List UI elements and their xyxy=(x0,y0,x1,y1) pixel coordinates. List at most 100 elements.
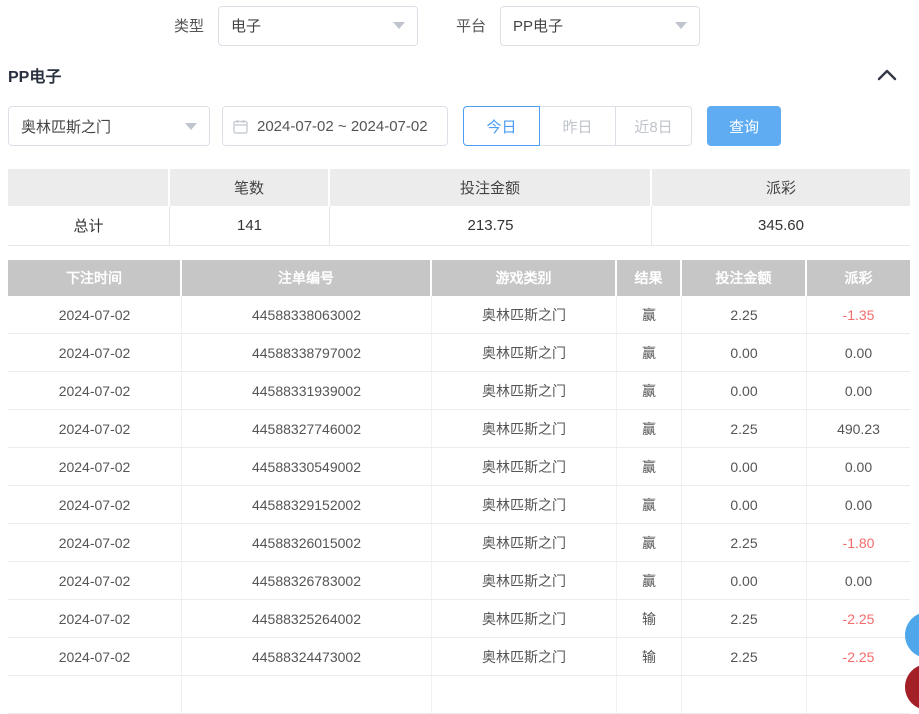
table-row: 2024-07-0244588324473002奥林匹斯之门输2.25-2.25 xyxy=(8,638,910,676)
cell-game: 奥林匹斯之门 xyxy=(432,562,617,599)
quick-filter-button-0[interactable]: 今日 xyxy=(463,106,540,146)
type-label: 类型 xyxy=(174,15,204,36)
cell-result: 赢 xyxy=(617,334,682,371)
cell-result: 赢 xyxy=(617,562,682,599)
calendar-icon xyxy=(233,119,248,134)
summary-header-cell: 派彩 xyxy=(652,169,910,206)
date-range-input[interactable]: 2024-07-02 ~ 2024-07-02 xyxy=(222,106,448,146)
quick-filter-group: 今日昨日近8日 xyxy=(463,106,692,146)
cell-id: 44588338063002 xyxy=(182,296,432,333)
table-row: 2024-07-0244588338063002奥林匹斯之门赢2.25-1.35 xyxy=(8,296,910,334)
cell-amount: 0.00 xyxy=(682,372,807,409)
game-select[interactable]: 奥林匹斯之门 xyxy=(8,106,210,146)
section-title: PP电子 xyxy=(8,63,61,87)
cell-amount: 0.00 xyxy=(682,562,807,599)
cell-game: 奥林匹斯之门 xyxy=(432,334,617,371)
platform-label: 平台 xyxy=(456,15,486,36)
quick-filter-button-1[interactable]: 昨日 xyxy=(539,106,616,146)
summary-payout: 345.60 xyxy=(652,206,910,245)
cell-game: 奥林匹斯之门 xyxy=(432,600,617,637)
cell-result: 输 xyxy=(617,600,682,637)
summary-header-cell: 投注金额 xyxy=(330,169,652,206)
cell-game: 奥林匹斯之门 xyxy=(432,486,617,523)
section-header: PP电子 xyxy=(0,63,919,87)
summary-count: 141 xyxy=(170,206,330,245)
cell-id: 44588326783002 xyxy=(182,562,432,599)
bets-header-cell: 投注金额 xyxy=(682,260,807,296)
cell-date: 2024-07-02 xyxy=(8,486,182,523)
chevron-down-icon xyxy=(675,22,687,29)
cell-amount: 0.00 xyxy=(682,448,807,485)
filter-row: 奥林匹斯之门 2024-07-02 ~ 2024-07-02 今日昨日近8日 查… xyxy=(8,106,919,146)
cell-game: 奥林匹斯之门 xyxy=(432,638,617,675)
bets-header-cell: 下注时间 xyxy=(8,260,182,296)
quick-filter-button-2[interactable]: 近8日 xyxy=(615,106,692,146)
cell-payout: 0.00 xyxy=(807,486,910,523)
summary-total-label: 总计 xyxy=(8,206,170,245)
cell-date: 2024-07-02 xyxy=(8,410,182,447)
cell-amount: 2.25 xyxy=(682,638,807,675)
bets-rows: 2024-07-0244588338063002奥林匹斯之门赢2.25-1.35… xyxy=(8,296,910,676)
cell-date: 2024-07-02 xyxy=(8,372,182,409)
platform-select-value: PP电子 xyxy=(513,15,563,36)
cell-payout: -2.25 xyxy=(807,638,910,675)
game-select-value: 奥林匹斯之门 xyxy=(21,116,111,137)
cell-id: 44588326015002 xyxy=(182,524,432,561)
cell-payout: 490.23 xyxy=(807,410,910,447)
cell-game: 奥林匹斯之门 xyxy=(432,372,617,409)
cell-payout: 0.00 xyxy=(807,372,910,409)
cell-payout: 0.00 xyxy=(807,334,910,371)
cell-game: 奥林匹斯之门 xyxy=(432,448,617,485)
cell-payout: 0.00 xyxy=(807,448,910,485)
bets-header-cell: 游戏类别 xyxy=(432,260,617,296)
cell-result: 赢 xyxy=(617,372,682,409)
table-row: 2024-07-0244588329152002奥林匹斯之门赢0.000.00 xyxy=(8,486,910,524)
cell-game: 奥林匹斯之门 xyxy=(432,296,617,333)
summary-header-cell: 笔数 xyxy=(170,169,330,206)
cell-id: 44588329152002 xyxy=(182,486,432,523)
cell-amount: 0.00 xyxy=(682,334,807,371)
summary-header-cell xyxy=(8,169,170,206)
table-row: 2024-07-0244588330549002奥林匹斯之门赢0.000.00 xyxy=(8,448,910,486)
cell-payout: 0.00 xyxy=(807,562,910,599)
type-select-value: 电子 xyxy=(231,15,261,36)
cell-id: 44588325264002 xyxy=(182,600,432,637)
cell-game: 奥林匹斯之门 xyxy=(432,524,617,561)
bets-header-cell: 注单编号 xyxy=(182,260,432,296)
cell-payout: -2.25 xyxy=(807,600,910,637)
summary-table: 笔数投注金额派彩 总计 141 213.75 345.60 xyxy=(8,169,910,246)
cell-date: 2024-07-02 xyxy=(8,524,182,561)
table-row: 2024-07-0244588326015002奥林匹斯之门赢2.25-1.80 xyxy=(8,524,910,562)
cell-id: 44588330549002 xyxy=(182,448,432,485)
summary-header-row: 笔数投注金额派彩 xyxy=(8,169,910,206)
cell-amount: 2.25 xyxy=(682,600,807,637)
cell-payout: -1.35 xyxy=(807,296,910,333)
bets-table: 下注时间注单编号游戏类别结果投注金额派彩 2024-07-02445883380… xyxy=(8,260,910,714)
table-row: 2024-07-0244588338797002奥林匹斯之门赢0.000.00 xyxy=(8,334,910,372)
cell-amount: 2.25 xyxy=(682,524,807,561)
cell-date: 2024-07-02 xyxy=(8,600,182,637)
type-select[interactable]: 电子 xyxy=(218,6,418,46)
search-button[interactable]: 查询 xyxy=(707,106,781,146)
summary-total-row: 总计 141 213.75 345.60 xyxy=(8,206,910,246)
cell-result: 赢 xyxy=(617,410,682,447)
cell-date: 2024-07-02 xyxy=(8,562,182,599)
cell-amount: 0.00 xyxy=(682,486,807,523)
cell-id: 44588331939002 xyxy=(182,372,432,409)
table-row: 2024-07-0244588326783002奥林匹斯之门赢0.000.00 xyxy=(8,562,910,600)
bets-header-row: 下注时间注单编号游戏类别结果投注金额派彩 xyxy=(8,260,910,296)
cell-amount: 2.25 xyxy=(682,410,807,447)
cell-id: 44588324473002 xyxy=(182,638,432,675)
cell-payout: -1.80 xyxy=(807,524,910,561)
bets-header-cell: 派彩 xyxy=(807,260,910,296)
platform-select[interactable]: PP电子 xyxy=(500,6,700,46)
cell-game: 奥林匹斯之门 xyxy=(432,410,617,447)
bets-header-cell: 结果 xyxy=(617,260,682,296)
table-row: 2024-07-0244588331939002奥林匹斯之门赢0.000.00 xyxy=(8,372,910,410)
chevron-down-icon xyxy=(393,22,405,29)
cell-result: 赢 xyxy=(617,486,682,523)
collapse-chevron-up-icon[interactable] xyxy=(877,69,897,81)
cell-date: 2024-07-02 xyxy=(8,448,182,485)
cell-date: 2024-07-02 xyxy=(8,334,182,371)
chevron-down-icon xyxy=(185,123,197,130)
